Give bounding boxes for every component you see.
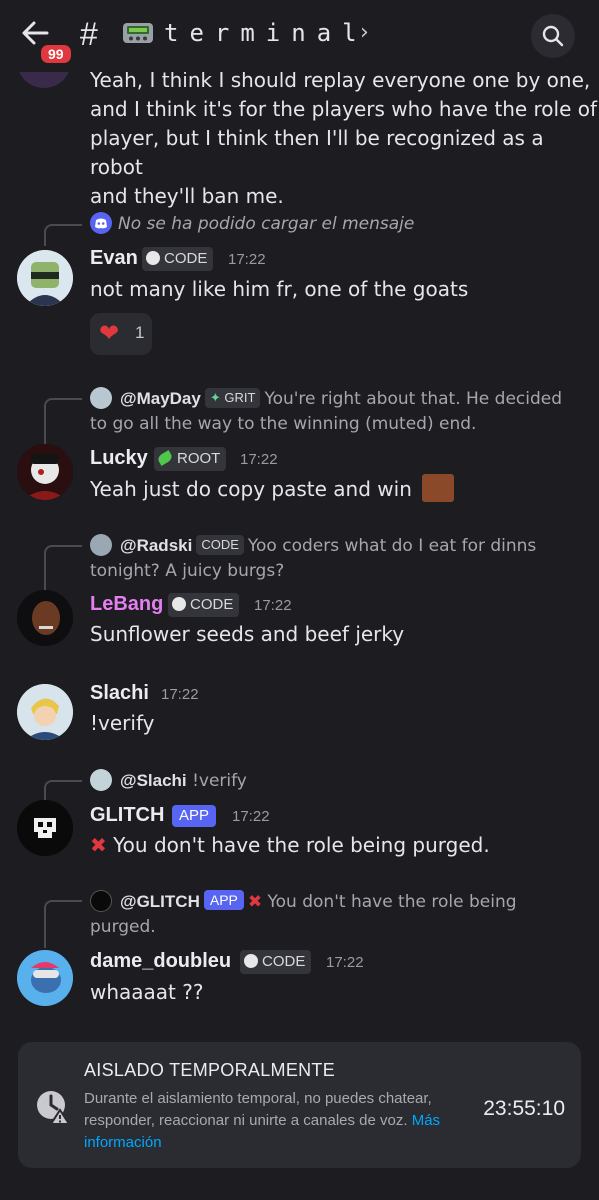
avatar-image bbox=[17, 444, 73, 500]
reply-preview[interactable]: No se ha podido cargar el mensaje bbox=[90, 212, 580, 237]
timestamp: 17:22 bbox=[240, 451, 278, 468]
reaction-count: 1 bbox=[135, 323, 145, 342]
message-line: player, but I think then I'll be recogni… bbox=[90, 126, 544, 179]
app-badge: APP bbox=[203, 890, 244, 910]
role-tag-label: CODE bbox=[262, 953, 306, 970]
reaction-button[interactable]: ❤ 1 bbox=[90, 313, 152, 355]
failed-reply-text: No se ha podido cargar el mensaje bbox=[118, 214, 415, 234]
leaf-icon bbox=[156, 450, 174, 466]
avatar-image bbox=[17, 950, 73, 1006]
reply-author[interactable]: @Radski bbox=[120, 536, 192, 555]
reply-text: !verify bbox=[192, 771, 247, 791]
message-text: ✖ You don't have the role being purged. bbox=[90, 831, 490, 860]
message-body: Yeah just do copy paste and win bbox=[90, 477, 412, 501]
timestamp: 17:22 bbox=[228, 251, 266, 268]
search-icon bbox=[542, 25, 564, 47]
role-tag: ✦ GRIT bbox=[204, 388, 261, 408]
role-tag-label: CODE bbox=[190, 596, 234, 613]
timeout-clock-icon bbox=[37, 1091, 71, 1125]
skull-icon bbox=[17, 800, 73, 856]
avatar[interactable] bbox=[17, 684, 73, 740]
role-tag[interactable]: CODE bbox=[168, 593, 240, 617]
message-text: not many like him fr, one of the goats bbox=[90, 277, 469, 301]
reply-avatar bbox=[90, 387, 112, 409]
discord-icon bbox=[90, 212, 112, 234]
reply-connector bbox=[44, 224, 82, 246]
avatar-image bbox=[17, 250, 73, 306]
author-name[interactable]: Lucky bbox=[90, 447, 148, 470]
pager-icon bbox=[123, 23, 153, 43]
role-tag[interactable]: ROOT bbox=[154, 447, 227, 471]
reply-preview[interactable]: @MayDay ✦ GRIT You're right about that. He… bbox=[90, 386, 580, 437]
message-text: Sunflower seeds and beef jerky bbox=[90, 622, 405, 646]
message-line: and they'll ban me. bbox=[90, 184, 284, 208]
avatar[interactable] bbox=[17, 444, 73, 500]
reply-avatar bbox=[90, 890, 112, 912]
role-tag[interactable]: CODE bbox=[142, 247, 214, 271]
cross-mark-icon: ✖ bbox=[247, 892, 263, 912]
reply-author[interactable]: @Slachi bbox=[120, 771, 187, 790]
reply-preview[interactable]: @Radski CODE Yoo coders what do I eat for … bbox=[90, 533, 580, 584]
author-name[interactable]: GLITCH bbox=[90, 804, 164, 827]
channel-name[interactable]: terminal bbox=[164, 19, 368, 47]
message-text: Yeah just do copy paste and win bbox=[90, 474, 455, 504]
message-body: You don't have the role being purged. bbox=[113, 833, 490, 857]
timestamp: 17:22 bbox=[232, 808, 270, 825]
reply-preview[interactable]: @GLITCH APP ✖ You don't have the role bein… bbox=[90, 889, 580, 940]
heart-icon: ❤ bbox=[99, 319, 120, 347]
role-tag: CODE bbox=[196, 535, 244, 555]
reply-avatar bbox=[90, 534, 112, 556]
author-name[interactable]: dame_doubleu bbox=[90, 950, 231, 973]
app-badge: APP bbox=[172, 805, 217, 827]
custom-emoji bbox=[422, 474, 455, 502]
author-name[interactable]: Slachi bbox=[90, 682, 149, 705]
reply-author[interactable]: @MayDay bbox=[120, 389, 201, 408]
unread-badge: 99 bbox=[38, 42, 74, 66]
role-tag-label: CODE bbox=[164, 250, 208, 267]
timeout-description: Durante el aislamiento temporal, no pued… bbox=[84, 1088, 454, 1154]
chevron-right-icon[interactable]: › bbox=[360, 20, 369, 45]
reply-avatar bbox=[90, 769, 112, 791]
timestamp: 17:22 bbox=[326, 954, 364, 971]
avatar[interactable] bbox=[17, 800, 73, 856]
timestamp: 17:22 bbox=[161, 686, 199, 703]
reply-connector bbox=[44, 780, 82, 802]
channel-header: 99 # terminal › bbox=[0, 0, 599, 72]
skull-icon bbox=[146, 251, 160, 265]
reply-preview[interactable]: @Slachi !verify bbox=[90, 768, 580, 794]
message-text: !verify bbox=[90, 711, 155, 735]
timeout-description-text: Durante el aislamiento temporal, no pued… bbox=[84, 1090, 432, 1129]
channel-hash-icon: # bbox=[80, 16, 98, 52]
skull-icon bbox=[244, 954, 258, 968]
role-tag-label: ROOT bbox=[177, 450, 221, 467]
search-button[interactable] bbox=[531, 14, 575, 58]
reply-connector bbox=[44, 398, 82, 446]
role-tag-label: CODE bbox=[201, 537, 239, 552]
avatar-image bbox=[17, 590, 73, 646]
role-tag[interactable]: CODE bbox=[240, 950, 312, 974]
author-name[interactable]: LeBang bbox=[90, 593, 163, 616]
message-text: Yeah, I think I should replay everyone o… bbox=[90, 66, 599, 211]
avatar[interactable] bbox=[17, 590, 73, 646]
message-line: and I think it's for the players who hav… bbox=[90, 97, 598, 121]
sparkle-icon: ✦ bbox=[209, 390, 221, 405]
role-tag-label: GRIT bbox=[224, 390, 256, 405]
avatar[interactable] bbox=[17, 250, 73, 306]
timeout-countdown: 23:55:10 bbox=[483, 1097, 565, 1120]
timestamp: 17:22 bbox=[254, 597, 292, 614]
reply-connector bbox=[44, 900, 82, 948]
avatar-image bbox=[17, 684, 73, 740]
avatar[interactable] bbox=[17, 950, 73, 1006]
timeout-title: AISLADO TEMPORALMENTE bbox=[84, 1060, 336, 1080]
message-text: whaaaat ?? bbox=[90, 980, 204, 1004]
reply-author[interactable]: @GLITCH bbox=[120, 892, 200, 911]
cross-mark-icon: ✖ bbox=[90, 833, 107, 857]
reply-connector bbox=[44, 545, 82, 593]
author-name[interactable]: Evan bbox=[90, 247, 138, 270]
skull-icon bbox=[172, 597, 186, 611]
timeout-banner: AISLADO TEMPORALMENTE Durante el aislami… bbox=[18, 1042, 581, 1168]
